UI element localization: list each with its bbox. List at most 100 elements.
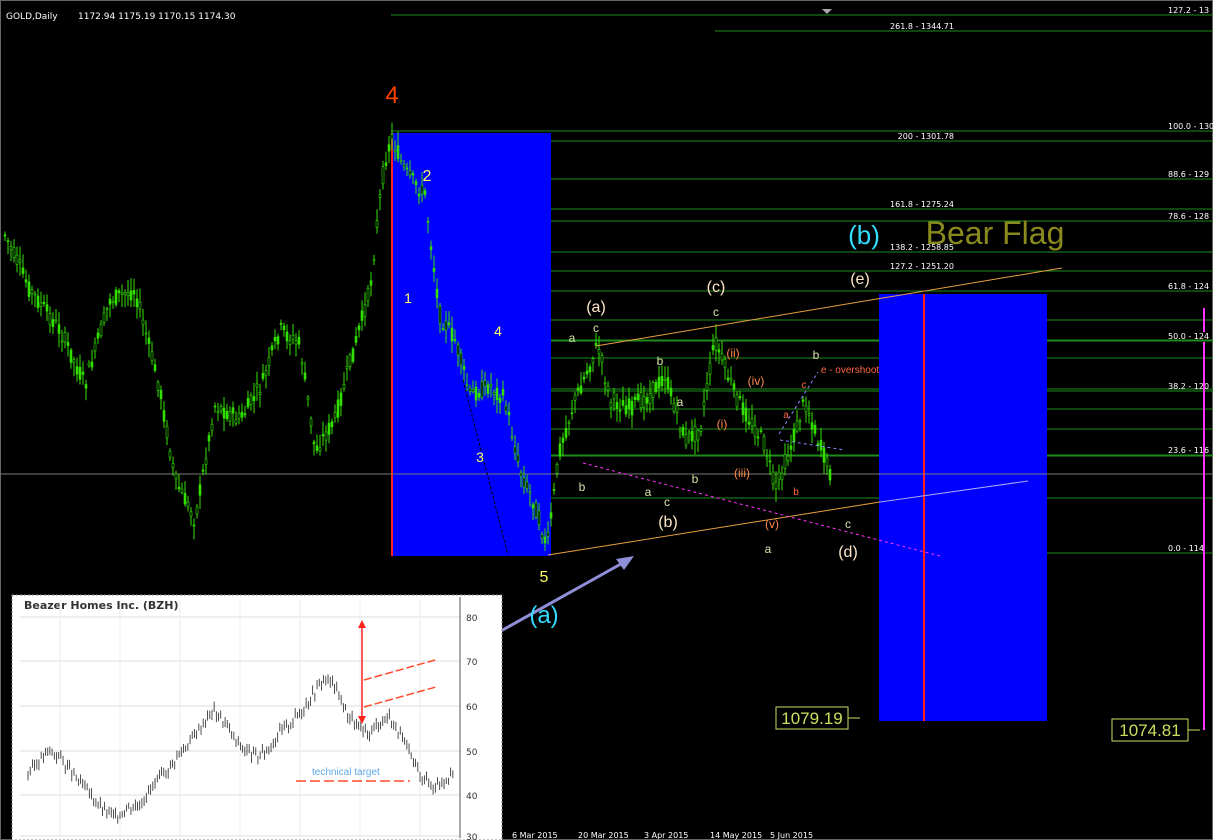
price-chart[interactable]: GOLD,Daily 1172.94 1175.19 1170.15 1174.… bbox=[0, 0, 1213, 840]
candle-body bbox=[825, 457, 829, 467]
candle-body bbox=[48, 313, 52, 326]
date-label: 5 Jun 2015 bbox=[770, 831, 813, 840]
candle-body bbox=[129, 290, 133, 301]
candle-body bbox=[828, 469, 832, 481]
candle-body bbox=[33, 293, 37, 296]
candle-body bbox=[141, 319, 145, 326]
candle-body bbox=[510, 436, 514, 439]
wave-label: b bbox=[793, 487, 799, 498]
candle-body bbox=[489, 384, 493, 387]
right-level-label: 88.6 - 129 bbox=[1168, 170, 1209, 179]
wave-label: a bbox=[645, 485, 652, 499]
candle-body bbox=[120, 292, 124, 295]
candle-body bbox=[645, 397, 649, 404]
candle-body bbox=[471, 389, 475, 392]
candle-body bbox=[726, 377, 730, 381]
candle-body bbox=[189, 511, 193, 517]
fib-level-label: 161.8 - 1275.24 bbox=[890, 200, 954, 209]
candle-body bbox=[783, 454, 787, 469]
candle-body bbox=[570, 412, 574, 415]
candle-body bbox=[600, 355, 604, 363]
candle-body bbox=[186, 501, 190, 507]
candle-body bbox=[369, 280, 373, 286]
candle-body bbox=[813, 424, 817, 434]
candle-body bbox=[345, 365, 349, 369]
candle-body bbox=[288, 340, 292, 345]
wave-label: a bbox=[569, 331, 576, 345]
wave-label: c bbox=[713, 305, 719, 319]
inset-tick-label: 80 bbox=[466, 614, 478, 624]
candle-body bbox=[210, 423, 214, 431]
candle-body bbox=[45, 304, 49, 312]
candle-body bbox=[657, 376, 661, 389]
candle-body bbox=[819, 440, 823, 451]
candle-body bbox=[768, 460, 772, 463]
candle-body bbox=[303, 372, 307, 380]
candle-body bbox=[96, 332, 100, 339]
candle-body bbox=[102, 312, 106, 323]
candle-body bbox=[642, 396, 646, 408]
candle-body bbox=[354, 336, 358, 343]
candle-body bbox=[246, 397, 250, 408]
candle-body bbox=[294, 340, 298, 345]
candle-body bbox=[420, 184, 424, 195]
candle-body bbox=[78, 366, 82, 380]
right-level-label: 78.6 - 128 bbox=[1168, 212, 1209, 221]
right-level-label: 50.0 - 124 bbox=[1168, 332, 1209, 341]
candle-body bbox=[228, 410, 232, 422]
candle-body bbox=[174, 473, 178, 480]
wave-label: (iv) bbox=[748, 374, 765, 388]
wave-label: (b) bbox=[658, 514, 678, 531]
candle-body bbox=[72, 359, 76, 363]
candle-body bbox=[507, 411, 511, 416]
wave-label: (a) bbox=[529, 602, 558, 629]
candle-body bbox=[699, 428, 703, 432]
wave-label: 5 bbox=[540, 569, 549, 586]
candle-body bbox=[576, 387, 580, 391]
candle-body bbox=[534, 502, 538, 518]
candle-body bbox=[714, 337, 718, 351]
candle-body bbox=[426, 221, 430, 223]
candle-body bbox=[216, 410, 220, 413]
wave-label: 1 bbox=[404, 290, 412, 306]
candle-body bbox=[357, 325, 361, 331]
candle-body bbox=[6, 240, 10, 243]
candle-body bbox=[54, 319, 58, 322]
candle-body bbox=[681, 426, 685, 436]
candle-body bbox=[27, 281, 31, 297]
candle-body bbox=[222, 407, 226, 419]
candle-body bbox=[108, 298, 112, 305]
candle-body bbox=[168, 450, 172, 458]
candle-body bbox=[615, 402, 619, 409]
candle-body bbox=[9, 246, 13, 251]
wave-label: 4 bbox=[494, 323, 502, 339]
candle-body bbox=[15, 254, 19, 265]
candle-body bbox=[564, 428, 568, 438]
candle-body bbox=[501, 389, 505, 396]
candle-body bbox=[741, 402, 745, 416]
fib-level-label: 127.2 - 1251.20 bbox=[890, 262, 954, 271]
inset-tick-label: 50 bbox=[466, 748, 478, 758]
candle-body bbox=[579, 385, 583, 394]
candle-body bbox=[513, 446, 517, 454]
candle-body bbox=[480, 381, 484, 398]
candle-body bbox=[552, 489, 556, 491]
wave-label: b bbox=[692, 472, 699, 486]
candle-body bbox=[672, 403, 676, 412]
candle-body bbox=[330, 421, 334, 428]
candle-body bbox=[378, 194, 382, 198]
candle-body bbox=[399, 160, 403, 162]
candle-body bbox=[498, 397, 502, 404]
candle-body bbox=[747, 421, 751, 425]
candle-body bbox=[243, 413, 247, 416]
candle-body bbox=[561, 437, 565, 443]
candle-body bbox=[801, 399, 805, 402]
wave-label: (i) bbox=[717, 417, 728, 431]
candle-body bbox=[99, 323, 103, 337]
candle-body bbox=[90, 361, 94, 368]
candle-body bbox=[360, 310, 364, 321]
candle-body bbox=[558, 443, 562, 457]
candle-body bbox=[192, 524, 196, 527]
fib-level-label: 200 - 1301.78 bbox=[898, 132, 954, 141]
wave-label: b bbox=[813, 348, 820, 362]
